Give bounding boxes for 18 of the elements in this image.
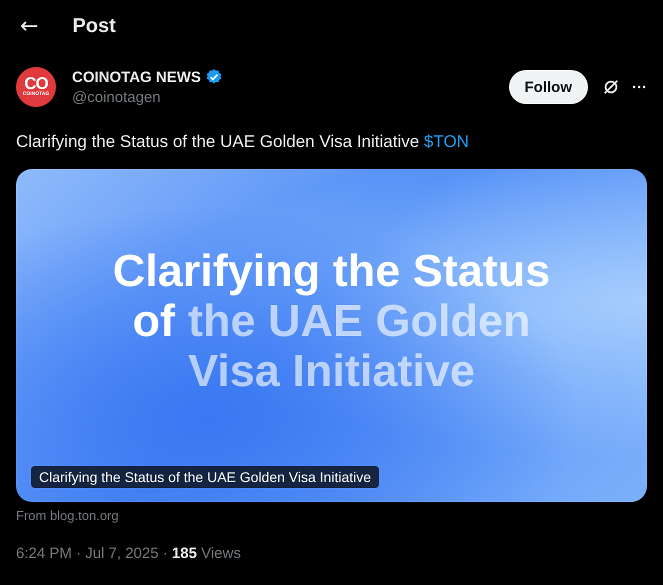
back-button[interactable]: ← bbox=[16, 16, 42, 38]
cashtag-link[interactable]: $TON bbox=[424, 132, 469, 151]
page-title: Post bbox=[72, 15, 116, 38]
link-source[interactable]: From blog.ton.org bbox=[16, 508, 647, 523]
card-headline-text: the UAE Golden bbox=[188, 296, 530, 346]
slashed-circle-icon[interactable] bbox=[602, 78, 620, 96]
post-meta: 6:24 PM · Jul 7, 2025 · 185 Views bbox=[16, 545, 242, 562]
card-caption: Clarifying the Status of the UAE Golden Visa Initiative bbox=[31, 466, 380, 488]
card-headline-text: Clarifying the Status bbox=[112, 246, 550, 296]
post-text: Clarifying the Status of the UAE Golden Visa Initiative $TON bbox=[16, 131, 470, 153]
follow-button[interactable]: Follow bbox=[508, 70, 588, 104]
card-headline-text: Visa Initiative bbox=[188, 346, 475, 396]
author-handle[interactable]: @coinotagen bbox=[72, 89, 508, 106]
card-headline-text: of bbox=[132, 296, 175, 346]
avatar-mark: CO bbox=[24, 76, 48, 91]
author-name[interactable]: COINOTAG NEWS bbox=[72, 68, 201, 86]
link-card[interactable]: Clarifying the Status of the UAE Golden Visa Initiative Clarifying the Status of the UAE Golden Visa Initiative bbox=[16, 169, 647, 502]
more-button[interactable]: ··· bbox=[632, 78, 647, 96]
